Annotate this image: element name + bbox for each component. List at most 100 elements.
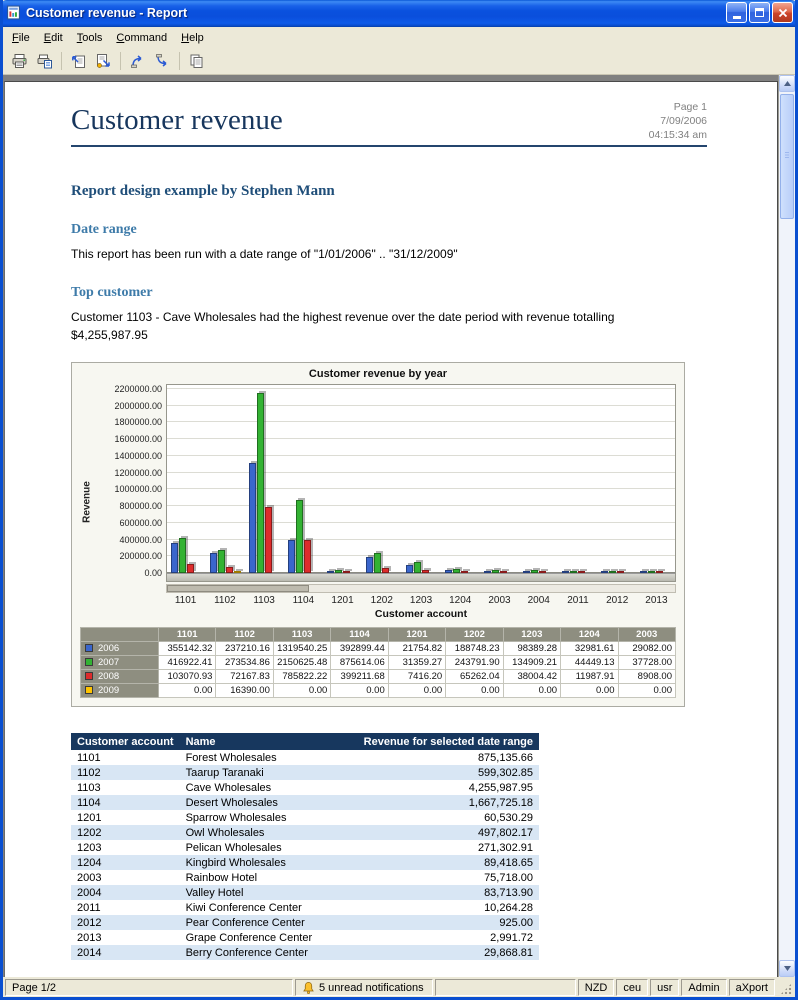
customer-name: Pear Conference Center — [179, 915, 358, 930]
customer-revenue: 271,302.91 — [477, 841, 533, 854]
customer-row-2011: 2011 Kiwi Conference Center 10,264.28 — [71, 900, 539, 915]
report-page: Page 1 7/09/2006 04:15:34 am Customer re… — [4, 81, 778, 977]
chart-table-value: 11987.91 — [560, 669, 619, 684]
scroll-up-button[interactable] — [779, 75, 795, 92]
customer-row-1201: 1201 Sparrow Wholesales 60,530.29 — [71, 810, 539, 825]
customer-row-1204: 1204 Kingbird Wholesales 89,418.65 — [71, 855, 539, 870]
status-spacer — [435, 979, 576, 996]
chart-table-value: 38004.42 — [502, 669, 562, 684]
maximize-icon — [755, 8, 764, 17]
export-report-button[interactable] — [91, 50, 116, 73]
chart-x-axis: 1101 1102 1103 1104 1201 1202 1203 1204 2003 2004… — [166, 595, 676, 606]
y-tick-label: 400000.00 — [119, 534, 162, 545]
close-icon — [778, 8, 787, 17]
bar-2008-1104 — [304, 540, 312, 573]
scrollbar-thumb[interactable] — [780, 94, 794, 219]
menu-command[interactable]: Command — [109, 29, 174, 47]
chart-table-value: 72167.83 — [215, 669, 274, 684]
resize-grip[interactable] — [777, 979, 793, 996]
toolbar-separator — [61, 52, 62, 70]
x-tick-label: 1103 — [253, 595, 275, 606]
nav-up-button[interactable] — [125, 50, 150, 73]
section-heading-date-range: Date range — [71, 222, 137, 237]
bar-2008-1203 — [421, 570, 429, 573]
print-button[interactable] — [7, 50, 32, 73]
bar-group-1101 — [167, 385, 206, 581]
maximize-button[interactable] — [749, 2, 770, 23]
revenue-chart: Customer revenue by year Revenue 2200000… — [71, 362, 685, 707]
bar-2006-1102 — [210, 553, 218, 573]
menu-edit[interactable]: Edit — [37, 29, 70, 47]
bar-2006-1202 — [366, 557, 374, 573]
copy-button[interactable] — [184, 50, 209, 73]
chart-table-value: 21754.82 — [387, 641, 447, 656]
arrow-up-icon — [129, 53, 146, 69]
notifications-label: 5 unread notifications — [319, 981, 424, 994]
x-tick-label: 1203 — [409, 595, 433, 606]
status-notifications[interactable]: 5 unread notifications — [295, 979, 433, 996]
chart-table-col-1101: 1101 — [157, 627, 217, 642]
printer-icon — [11, 53, 28, 69]
bar-2007-1202 — [374, 553, 382, 573]
chart-table-row-2007: 2007 416922.41 273534.86 2150625.48 875614.0… — [80, 655, 676, 670]
bar-2008-2013 — [655, 571, 663, 573]
menu-help[interactable]: Help — [174, 29, 211, 47]
bar-2007-1103 — [257, 393, 265, 573]
customer-table-header-row: Customer account Name Revenue for select… — [71, 733, 539, 750]
bar-2006-2003 — [483, 571, 491, 573]
bar-2007-1204 — [452, 569, 460, 573]
x-tick-label: 1102 — [214, 595, 236, 606]
minimize-button[interactable] — [726, 2, 747, 23]
export-page-button[interactable] — [66, 50, 91, 73]
status-panel-axport: aXport — [728, 979, 775, 996]
menu-file[interactable]: File — [5, 29, 37, 47]
y-tick-label: 200000.00 — [119, 551, 162, 562]
document-viewport: Page 1 7/09/2006 04:15:34 am Customer re… — [3, 75, 778, 977]
chart-table-corner-cell — [80, 627, 159, 642]
status-bar: Page 1/2 5 unread notifications NZD ceu us… — [3, 977, 795, 997]
vertical-scrollbar[interactable] — [778, 75, 795, 977]
chart-table-value: 0.00 — [560, 683, 619, 698]
series-label-2006: 2006 — [80, 641, 159, 656]
y-tick-label: 0.00 — [144, 568, 162, 578]
chart-table-value: 399211.68 — [330, 669, 389, 684]
chart-table-value: 237210.16 — [215, 641, 274, 656]
customer-revenue: 89,418.65 — [357, 855, 539, 870]
customer-row-1102: 1102 Taarup Taranaki 599,302.85 — [71, 765, 539, 780]
bar-2006-1201 — [327, 571, 335, 573]
col-header-customer-account: Customer account — [71, 733, 180, 750]
menu-bar: File Edit Tools Command Help — [3, 27, 795, 48]
x-tick-label: 2012 — [606, 595, 629, 606]
x-tick-label: 1202 — [370, 595, 393, 606]
bar-2007-2004 — [530, 570, 538, 573]
chart-table-col-1203: 1203 — [502, 627, 562, 642]
chart-scrollbar[interactable] — [166, 584, 676, 593]
bar-2007-1203 — [413, 562, 421, 573]
menu-tools[interactable]: Tools — [70, 29, 110, 47]
chart-table-value: 188748.23 — [445, 641, 504, 656]
bar-2006-2013 — [639, 571, 647, 573]
copy-icon — [188, 53, 205, 69]
chart-table-value: 0.00 — [272, 683, 332, 698]
customer-account: 1103 — [77, 781, 101, 794]
customer-account: 2014 — [71, 945, 180, 960]
chart-scrollbar-thumb[interactable] — [167, 585, 310, 592]
page-number: Page 1 — [673, 101, 707, 113]
title-bar[interactable]: Customer revenue - Report — [3, 0, 795, 27]
customer-row-1203: 1203 Pelican Wholesales 271,302.91 — [71, 840, 539, 855]
close-button[interactable] — [772, 2, 793, 23]
scroll-down-button[interactable] — [779, 960, 795, 977]
bar-group-2004 — [519, 385, 558, 581]
bar-2007-2011 — [569, 571, 577, 573]
chart-table-value: 44449.13 — [560, 655, 619, 670]
customer-revenue: 29,868.81 — [357, 945, 539, 960]
scrollbar-track[interactable] — [779, 92, 795, 960]
chart-table-value: 29082.00 — [617, 641, 676, 656]
y-tick-label: 600000.00 — [119, 517, 162, 528]
bar-2006-1103 — [249, 463, 257, 573]
chart-table-col-1104: 1104 — [330, 627, 389, 642]
print-report-button[interactable] — [32, 50, 57, 73]
nav-down-button[interactable] — [150, 50, 175, 73]
customer-name: Sparrow Wholesales — [185, 811, 287, 824]
y-tick-label: 1200000.00 — [114, 467, 162, 478]
